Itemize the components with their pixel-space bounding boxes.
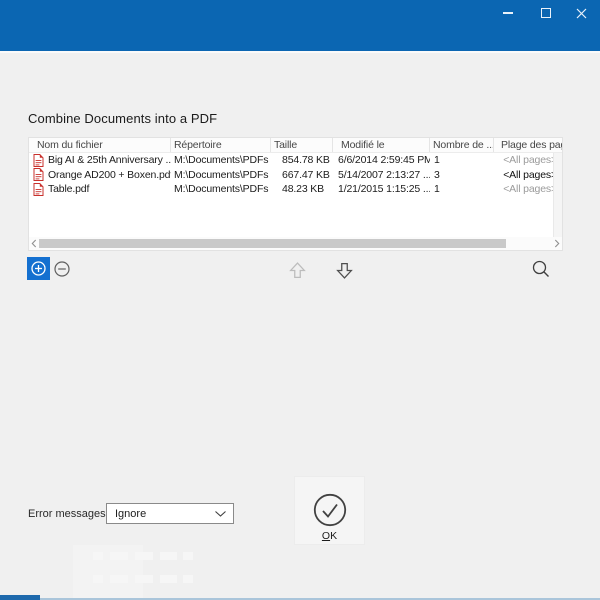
horizontal-scrollbar[interactable] <box>29 237 562 250</box>
close-button[interactable] <box>565 0 597 26</box>
cell-filename: Big AI & 25th Anniversary ... <box>47 153 171 168</box>
table-row[interactable]: Big AI & 25th Anniversary ... M:\Documen… <box>29 153 562 168</box>
pdf-file-icon <box>33 168 44 181</box>
maximize-button[interactable] <box>530 0 562 26</box>
column-header-directory[interactable]: Répertoire <box>171 138 271 152</box>
minimize-button[interactable] <box>492 0 524 26</box>
cell-pagecount: 3 <box>430 168 494 183</box>
cell-size: 854.78 KB <box>271 153 333 168</box>
circle-check-icon <box>312 492 348 528</box>
scrollbar-thumb[interactable] <box>39 239 506 248</box>
ghost-artifact <box>110 552 128 560</box>
ghost-artifact <box>160 575 177 583</box>
ghost-artifact <box>183 575 193 583</box>
arrow-down-icon <box>335 261 354 280</box>
titlebar-divider <box>0 51 600 53</box>
cell-filename: Table.pdf <box>47 182 171 197</box>
cell-size: 667.47 KB <box>271 168 333 183</box>
add-file-button[interactable] <box>27 257 50 280</box>
search-button[interactable] <box>529 257 553 281</box>
close-icon <box>576 8 587 19</box>
scroll-left-arrow-icon[interactable] <box>29 237 39 250</box>
ghost-artifact <box>93 575 103 583</box>
cell-pagerange[interactable]: <All pages> <box>494 168 562 183</box>
error-messages-label: Error messages: <box>28 508 109 520</box>
ghost-artifact <box>110 575 128 583</box>
scroll-right-arrow-icon[interactable] <box>552 237 562 250</box>
bottom-edge-accent <box>0 595 40 600</box>
combine-documents-dialog: Combine Documents into a PDF Nom du fich… <box>0 0 600 600</box>
ok-button-label: OK <box>322 530 337 542</box>
ghost-artifact <box>135 552 153 560</box>
error-messages-select[interactable]: Ignore <box>106 503 234 524</box>
file-list-table: Nom du fichier Répertoire Taille Modifié… <box>28 137 563 251</box>
cell-modified: 5/14/2007 2:13:27 ... <box>333 168 430 183</box>
chevron-down-icon <box>215 511 226 517</box>
vertical-scrollbar[interactable] <box>553 153 562 237</box>
search-icon <box>530 258 552 280</box>
arrow-up-icon <box>288 261 307 280</box>
move-up-button[interactable] <box>288 261 307 280</box>
cell-modified: 1/21/2015 1:15:25 ... <box>333 182 430 197</box>
column-header-size[interactable]: Taille <box>271 138 333 152</box>
cell-directory: M:\Documents\PDFs <box>171 182 271 197</box>
column-header-filename[interactable]: Nom du fichier <box>29 138 171 152</box>
ok-button[interactable]: OK <box>294 476 365 545</box>
move-down-button[interactable] <box>335 261 354 280</box>
maximize-icon <box>541 8 551 18</box>
table-row[interactable]: Table.pdf M:\Documents\PDFs 48.23 KB 1/2… <box>29 182 562 197</box>
cell-directory: M:\Documents\PDFs <box>171 168 271 183</box>
circle-plus-icon <box>30 260 47 277</box>
column-header-pagerange[interactable]: Plage des pages <box>494 138 562 152</box>
minimize-icon <box>503 12 513 14</box>
column-header-modified[interactable]: Modifié le <box>333 138 430 152</box>
page-title: Combine Documents into a PDF <box>28 111 217 126</box>
table-row[interactable]: Orange AD200 + Boxen.pdf M:\Documents\PD… <box>29 168 562 183</box>
ghost-artifact <box>135 575 153 583</box>
circle-minus-icon <box>53 260 71 278</box>
cell-filename: Orange AD200 + Boxen.pdf <box>47 168 171 183</box>
error-messages-value: Ignore <box>107 508 215 520</box>
pdf-file-icon <box>33 154 44 167</box>
ghost-artifact <box>183 552 193 560</box>
cell-pagerange[interactable]: <All pages> <box>494 182 562 197</box>
column-header-pagecount[interactable]: Nombre de ... <box>430 138 494 152</box>
table-header-row: Nom du fichier Répertoire Taille Modifié… <box>29 138 562 153</box>
titlebar <box>0 0 600 51</box>
remove-file-button[interactable] <box>51 258 73 280</box>
cell-pagecount: 1 <box>430 182 494 197</box>
ghost-artifact <box>73 545 143 600</box>
cell-pagerange[interactable]: <All pages> <box>494 153 562 168</box>
ghost-artifact <box>93 552 103 560</box>
cell-directory: M:\Documents\PDFs <box>171 153 271 168</box>
ghost-artifact <box>160 552 177 560</box>
pdf-file-icon <box>33 183 44 196</box>
cell-modified: 6/6/2014 2:59:45 PM <box>333 153 430 168</box>
cell-pagecount: 1 <box>430 153 494 168</box>
cell-size: 48.23 KB <box>271 182 333 197</box>
